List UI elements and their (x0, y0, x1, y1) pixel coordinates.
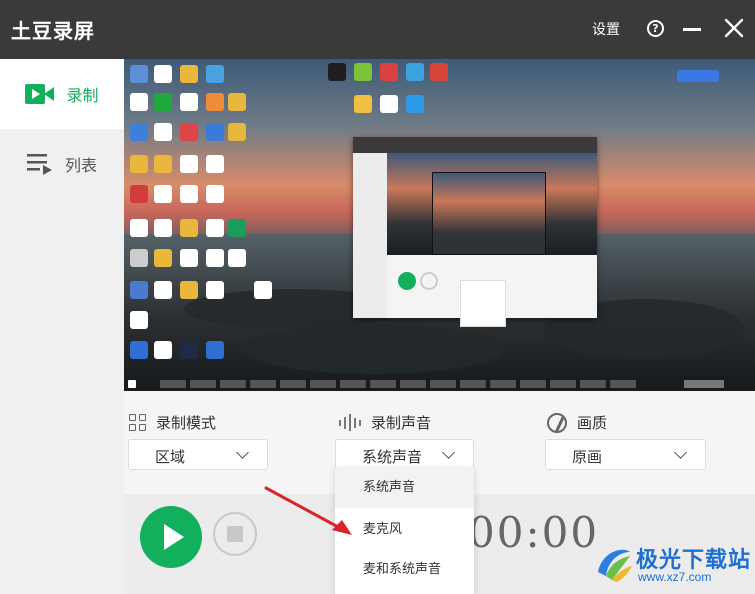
settings-button[interactable]: 设置 (592, 19, 620, 39)
start-record-button[interactable] (140, 506, 202, 568)
minimize-icon[interactable] (683, 28, 701, 31)
nested-app-preview (353, 137, 597, 327)
list-icon (26, 154, 52, 175)
record-sound-select[interactable]: 系统声音 (335, 439, 474, 470)
sidebar: 录制 列表 (0, 59, 124, 594)
aurora-logo-icon (598, 549, 632, 582)
weather-widget (677, 70, 719, 82)
title-bar: 土豆录屏 设置 ? (0, 0, 755, 59)
chevron-down-icon (236, 446, 249, 459)
sound-setting-label: 录制声音 (339, 412, 431, 433)
sidebar-item-list[interactable]: 列表 (0, 129, 124, 199)
quality-setting-label: 画质 (547, 412, 607, 433)
close-icon[interactable] (722, 16, 746, 40)
record-timer: 00:00 (468, 508, 600, 557)
watermark: 极光下载站 www.xz7.com (592, 538, 755, 594)
help-icon[interactable]: ? (647, 20, 664, 37)
dropdown-option-mic-and-system[interactable]: 麦和系统声音 (335, 550, 474, 590)
video-record-icon (25, 84, 55, 104)
quality-icon (547, 412, 567, 433)
sidebar-item-label: 录制 (66, 86, 99, 105)
taskbar (124, 377, 755, 391)
record-mode-select[interactable]: 区域 (128, 439, 268, 470)
sidebar-item-record[interactable]: 录制 (0, 59, 124, 129)
annotation-arrow-icon (264, 486, 352, 535)
app-title: 土豆录屏 (11, 19, 95, 43)
grid-icon (129, 414, 146, 431)
quality-select[interactable]: 原画 (545, 439, 706, 470)
mode-setting-label: 录制模式 (129, 412, 216, 433)
stop-record-button[interactable] (213, 512, 257, 556)
chevron-down-icon (442, 446, 455, 459)
screen-preview (124, 59, 755, 391)
watermark-url: www.xz7.com (638, 570, 712, 584)
sidebar-item-label: 列表 (64, 156, 97, 175)
soundwave-icon (339, 414, 361, 431)
chevron-down-icon (674, 446, 687, 459)
